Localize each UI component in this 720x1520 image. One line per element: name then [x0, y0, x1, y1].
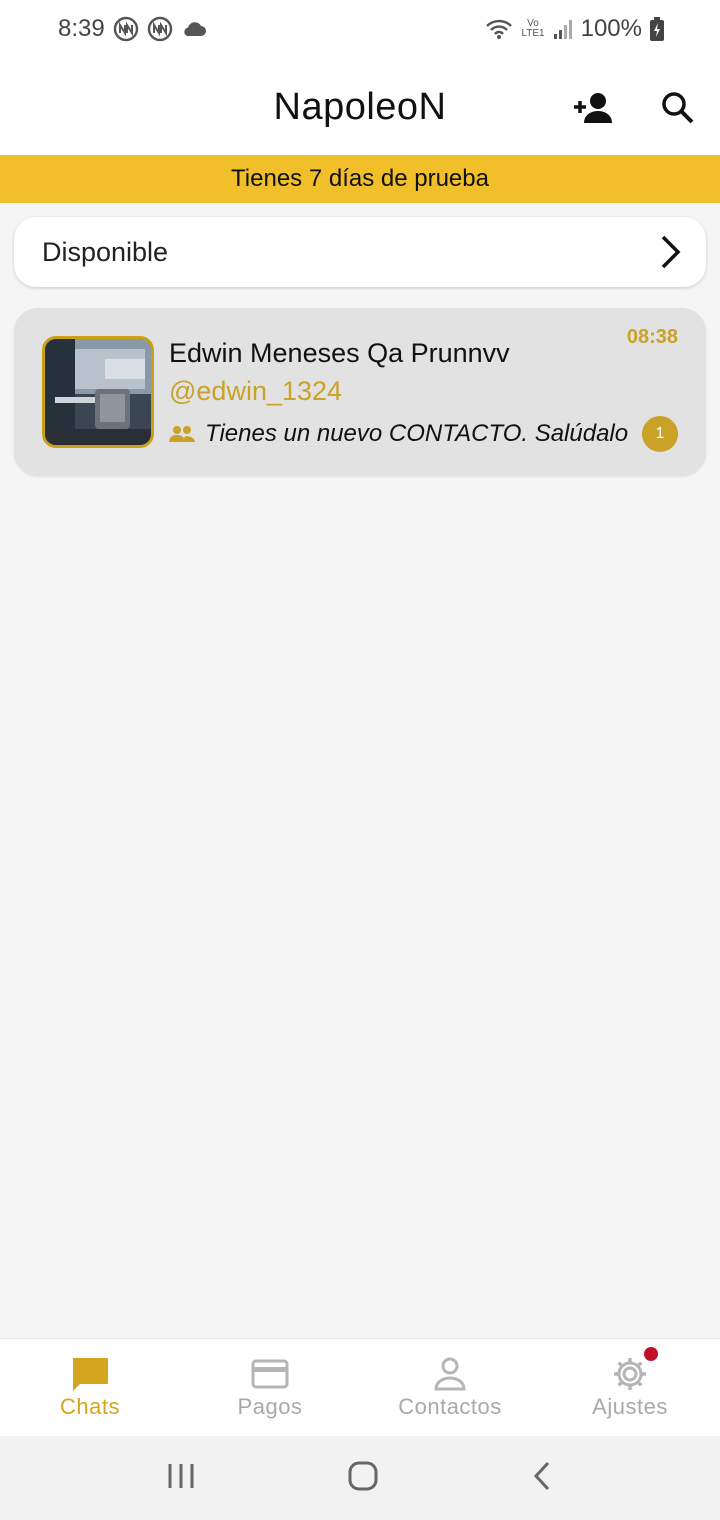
app-bar: NapoleoN [0, 58, 720, 155]
chevron-right-icon [661, 235, 681, 269]
trial-banner: Tienes 7 días de prueba [0, 155, 720, 203]
nav-item-contactos[interactable]: Contactos [360, 1339, 540, 1436]
trial-text: Tienes 7 días de prueba [231, 165, 489, 192]
wifi-icon [485, 17, 513, 41]
availability-status-label: Disponible [42, 236, 169, 267]
chat-last-message-text: Tienes un nuevo CONTACTO. Salúdalo [205, 420, 629, 447]
signal-icon [553, 18, 573, 40]
network-label: LTE1 [521, 28, 545, 39]
chat-time: 08:38 [626, 326, 678, 348]
search-button[interactable] [654, 84, 702, 132]
avatar [42, 336, 154, 448]
status-bar-left: 8:39 [58, 15, 207, 43]
nav-label-chats: Chats [60, 1393, 120, 1419]
back-button[interactable] [530, 1460, 554, 1497]
status-bar-right: Vo LTE1 100% [485, 15, 664, 43]
status-bar: 8:39 Vo LTE1 100% [0, 0, 720, 58]
nav-label-contactos: Contactos [398, 1393, 502, 1419]
chat-last-message: Tienes un nuevo CONTACTO. Salúdalo [169, 420, 629, 448]
recents-icon [168, 1463, 194, 1488]
home-button[interactable] [347, 1460, 379, 1497]
battery-percent: 100% [580, 15, 642, 42]
unread-count-badge: 1 [642, 416, 678, 452]
volte-icon: Vo LTE1 [521, 18, 545, 39]
napoleon-notification-icon [147, 16, 173, 42]
person-icon [434, 1357, 466, 1390]
nav-item-pagos[interactable]: Pagos [180, 1339, 360, 1436]
gear-icon [614, 1357, 646, 1390]
system-navigation-bar [0, 1436, 720, 1520]
nav-label-pagos: Pagos [237, 1393, 303, 1419]
chat-list-item[interactable]: Edwin Meneses Qa Prunnvv @edwin_1324 Tie… [14, 308, 706, 476]
card-icon [251, 1359, 289, 1388]
search-icon [662, 92, 694, 124]
chat-contact-handle: @edwin_1324 [169, 376, 343, 406]
battery-charging-icon [650, 17, 664, 41]
napoleon-notification-icon [113, 16, 139, 42]
settings-notification-dot [644, 1347, 658, 1361]
add-person-icon [574, 93, 612, 123]
add-contact-button[interactable] [570, 84, 618, 132]
chat-icon [73, 1357, 108, 1391]
availability-status-card[interactable]: Disponible [14, 217, 706, 287]
nav-item-ajustes[interactable]: Ajustes [540, 1339, 720, 1436]
cloud-icon [181, 20, 207, 38]
status-time: 8:39 [58, 15, 105, 42]
chat-contact-name: Edwin Meneses Qa Prunnvv [169, 338, 510, 368]
home-icon [348, 1461, 378, 1490]
nav-item-chats[interactable]: Chats [0, 1339, 180, 1436]
nav-label-ajustes: Ajustes [592, 1393, 668, 1419]
bottom-navigation: Chats Pagos Contactos Ajustes [0, 1338, 720, 1436]
recent-apps-button[interactable] [166, 1462, 196, 1495]
back-icon [534, 1461, 550, 1490]
group-icon [169, 426, 195, 442]
